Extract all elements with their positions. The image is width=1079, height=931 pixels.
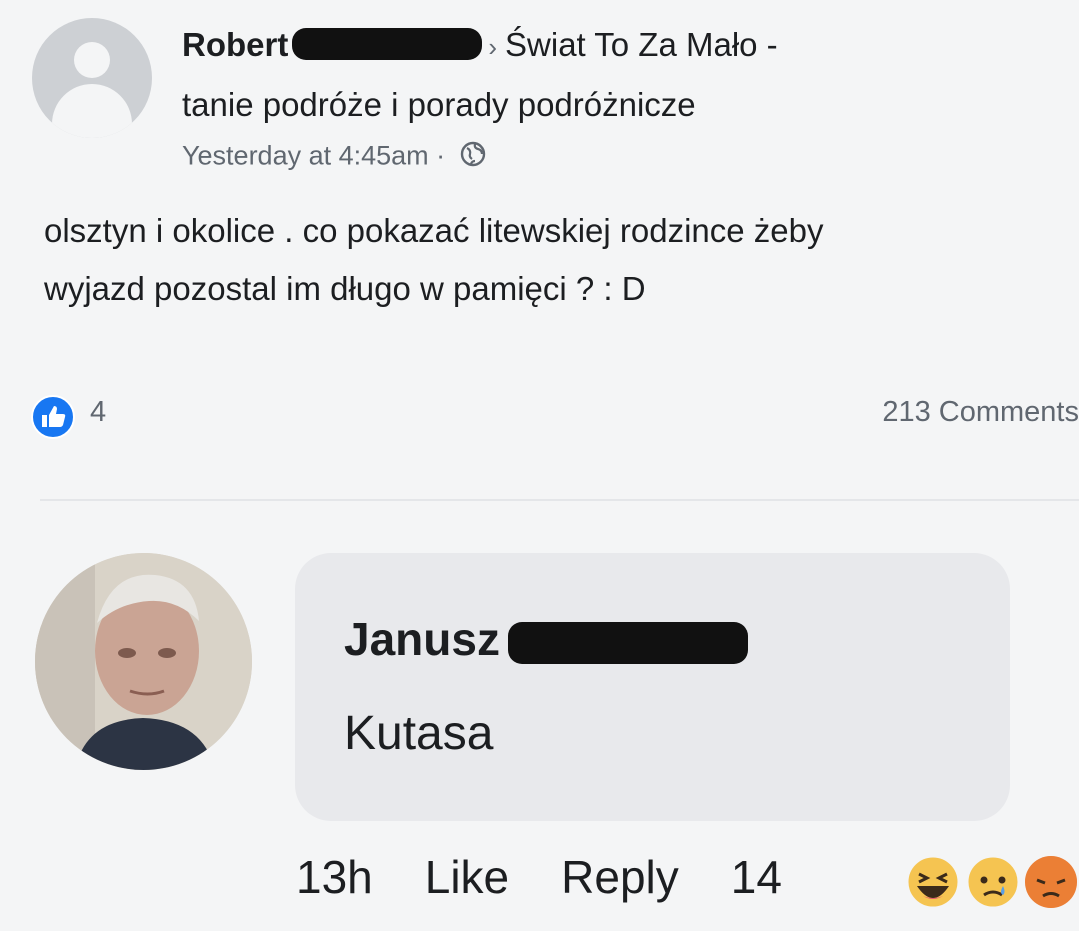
thumbs-up-icon[interactable]: [30, 394, 84, 445]
sad-reaction-icon: [965, 854, 1021, 910]
like-button[interactable]: Like: [425, 850, 509, 904]
comment-time[interactable]: 13h: [296, 850, 373, 904]
reaction-icons[interactable]: [895, 850, 1079, 910]
group-name[interactable]: Świat To Za Mało -: [505, 26, 778, 63]
avatar-shoulders-shape: [52, 84, 132, 138]
chevron-right-icon: ›: [488, 32, 498, 62]
post-meta: Yesterday at 4:45am ·: [182, 140, 487, 175]
post-text-line: wyjazd pozostal im długo w pamięci ? : D: [44, 270, 646, 307]
post-author-name[interactable]: Robert: [182, 26, 288, 63]
meta-separator: ·: [428, 140, 453, 171]
like-count[interactable]: 4: [90, 396, 106, 429]
commenter-avatar[interactable]: [35, 553, 252, 770]
post-header: Robert › Świat To Za Mało -: [182, 26, 778, 64]
comment-author: Janusz: [344, 612, 748, 666]
globe-icon: [459, 140, 487, 175]
comments-count[interactable]: 213 Comments: [882, 396, 1079, 429]
post-text-line: olsztyn i okolice . co pokazać litewskie…: [44, 212, 824, 249]
post-body: olsztyn i okolice . co pokazać litewskie…: [44, 202, 1074, 318]
post-author-avatar[interactable]: [32, 18, 152, 138]
divider: [40, 499, 1079, 501]
comment-actions: 13h Like Reply 14: [296, 850, 788, 904]
reply-button[interactable]: Reply: [561, 850, 679, 904]
group-name-continued[interactable]: tanie podróże i porady podróżnicze: [182, 86, 696, 124]
comment-author-name[interactable]: Janusz: [344, 613, 500, 665]
haha-reaction-icon: [905, 854, 961, 910]
angry-reaction-icon: [1025, 856, 1077, 908]
post-timestamp[interactable]: Yesterday at 4:45am: [182, 141, 429, 171]
reaction-count[interactable]: 14: [731, 850, 782, 904]
avatar-head-shape: [74, 42, 110, 78]
comment-text: Kutasa: [344, 707, 494, 760]
redaction-bar: [507, 621, 748, 664]
redaction-bar: [292, 28, 483, 61]
comment-bubble: [295, 553, 1010, 821]
